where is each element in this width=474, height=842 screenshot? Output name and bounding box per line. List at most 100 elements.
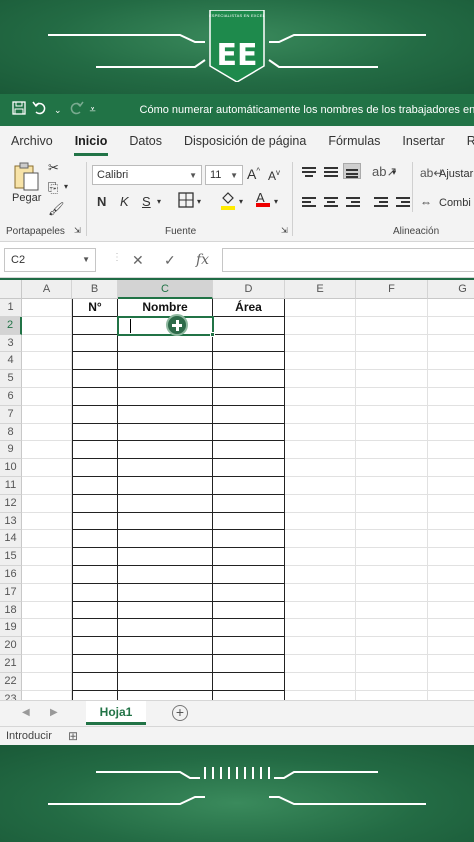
cell-b1[interactable]: N° bbox=[72, 299, 118, 317]
select-all-corner[interactable] bbox=[0, 280, 22, 299]
redo-icon[interactable] bbox=[68, 101, 84, 119]
cell-b17[interactable] bbox=[72, 583, 118, 602]
align-left-icon[interactable] bbox=[300, 194, 318, 210]
cell-b13[interactable] bbox=[72, 512, 118, 531]
cell-c10[interactable] bbox=[118, 459, 213, 477]
align-top-icon[interactable] bbox=[300, 164, 318, 180]
cell-a21[interactable] bbox=[22, 655, 72, 673]
row-header-9[interactable]: 9 bbox=[0, 441, 22, 460]
cell-a20[interactable] bbox=[22, 637, 72, 655]
cell-c11[interactable] bbox=[118, 477, 213, 495]
fill-handle[interactable] bbox=[210, 331, 215, 337]
row-header-16[interactable]: 16 bbox=[0, 566, 22, 584]
align-center-icon[interactable] bbox=[322, 194, 340, 210]
align-right-icon[interactable] bbox=[344, 194, 362, 210]
row-header-23[interactable]: 23 bbox=[0, 690, 22, 700]
cell-d22[interactable] bbox=[213, 672, 285, 691]
cell-f9[interactable] bbox=[356, 441, 428, 460]
cell-b3[interactable] bbox=[72, 334, 118, 353]
cell-a9[interactable] bbox=[22, 441, 72, 460]
spreadsheet-grid[interactable]: A B C D E F G 1 N° Nombre Área 2 3 4 5 6 7 8 9 10 11 12 13 14 15… bbox=[0, 280, 474, 700]
format-painter-icon[interactable]: 🖌 bbox=[48, 201, 65, 217]
cell-b12[interactable] bbox=[72, 494, 118, 513]
column-header-d[interactable]: D bbox=[213, 280, 285, 299]
tab-formulas[interactable]: Fórmulas bbox=[317, 134, 391, 156]
save-icon[interactable] bbox=[12, 101, 26, 119]
cell-d13[interactable] bbox=[213, 512, 285, 531]
cell-a11[interactable] bbox=[22, 477, 72, 495]
row-header-19[interactable]: 19 bbox=[0, 619, 22, 638]
cell-e2[interactable] bbox=[285, 316, 356, 335]
bold-button[interactable]: N bbox=[97, 194, 106, 209]
cell-e10[interactable] bbox=[285, 459, 356, 477]
cell-c12[interactable] bbox=[118, 494, 213, 513]
font-color-icon[interactable]: A bbox=[256, 190, 270, 207]
cell-e6[interactable] bbox=[285, 388, 356, 406]
cell-c3[interactable] bbox=[118, 334, 213, 353]
name-box[interactable]: C2 ▼ bbox=[4, 248, 96, 272]
cell-c22[interactable] bbox=[118, 672, 213, 691]
row-header-6[interactable]: 6 bbox=[0, 388, 22, 406]
cell-d3[interactable] bbox=[213, 334, 285, 353]
cell-b21[interactable] bbox=[72, 655, 118, 673]
tab-inicio[interactable]: Inicio bbox=[64, 134, 119, 156]
cell-f10[interactable] bbox=[356, 459, 428, 477]
cell-a12[interactable] bbox=[22, 494, 72, 513]
cell-e17[interactable] bbox=[285, 583, 356, 602]
copy-dropdown-icon[interactable]: ▾ bbox=[64, 182, 68, 191]
row-header-13[interactable]: 13 bbox=[0, 512, 22, 531]
customize-icon[interactable]: ⩡ bbox=[90, 104, 96, 117]
copy-icon[interactable]: ⎘ bbox=[48, 180, 58, 196]
cell-a19[interactable] bbox=[22, 619, 72, 638]
paste-button[interactable]: Pegar bbox=[12, 192, 41, 204]
cell-f4[interactable] bbox=[356, 352, 428, 371]
tab-more[interactable]: R bbox=[456, 134, 474, 156]
cell-g12[interactable] bbox=[428, 495, 474, 513]
font-size-select[interactable]: 11 ▼ bbox=[205, 165, 243, 185]
cell-c13[interactable] bbox=[118, 512, 213, 531]
row-header-15[interactable]: 15 bbox=[0, 548, 22, 566]
cell-a3[interactable] bbox=[22, 334, 72, 353]
shrink-font-button[interactable]: Av bbox=[268, 168, 280, 183]
cell-f7[interactable] bbox=[356, 405, 428, 424]
cell-e8[interactable] bbox=[285, 423, 356, 442]
cell-d21[interactable] bbox=[213, 655, 285, 673]
chevron-down-icon[interactable]: ▾ bbox=[274, 197, 278, 206]
row-header-14[interactable]: 14 bbox=[0, 530, 22, 549]
chevron-down-icon[interactable]: ▾ bbox=[239, 197, 243, 206]
cell-e12[interactable] bbox=[285, 494, 356, 513]
cell-f20[interactable] bbox=[356, 637, 428, 655]
cell-g6[interactable] bbox=[428, 388, 474, 406]
cell-f13[interactable] bbox=[356, 512, 428, 531]
cell-d6[interactable] bbox=[213, 388, 285, 406]
grow-font-button[interactable]: A^ bbox=[247, 166, 260, 182]
font-name-select[interactable]: Calibri ▼ bbox=[92, 165, 202, 185]
cell-a17[interactable] bbox=[22, 583, 72, 602]
cell-a23[interactable] bbox=[22, 690, 72, 700]
column-header-c[interactable]: C bbox=[118, 280, 213, 299]
cell-d9[interactable] bbox=[213, 441, 285, 460]
cell-b7[interactable] bbox=[72, 405, 118, 424]
add-sheet-button[interactable]: + bbox=[172, 705, 188, 721]
cell-e23[interactable] bbox=[285, 690, 356, 700]
cell-c8[interactable] bbox=[118, 423, 213, 442]
cell-a14[interactable] bbox=[22, 530, 72, 549]
underline-button[interactable]: S bbox=[142, 194, 151, 209]
italic-button[interactable]: K bbox=[120, 194, 129, 209]
row-header-20[interactable]: 20 bbox=[0, 637, 22, 655]
cell-a7[interactable] bbox=[22, 405, 72, 424]
row-header-1[interactable]: 1 bbox=[0, 299, 22, 317]
column-header-b[interactable]: B bbox=[72, 280, 118, 299]
cell-b18[interactable] bbox=[72, 601, 118, 620]
cell-b9[interactable] bbox=[72, 441, 118, 460]
cell-f21[interactable] bbox=[356, 655, 428, 673]
cell-g14[interactable] bbox=[428, 530, 474, 549]
cell-g17[interactable] bbox=[428, 584, 474, 602]
cell-f5[interactable] bbox=[356, 370, 428, 388]
cell-b5[interactable] bbox=[72, 370, 118, 388]
row-header-10[interactable]: 10 bbox=[0, 459, 22, 477]
cell-c1[interactable]: Nombre bbox=[118, 299, 213, 317]
cell-e19[interactable] bbox=[285, 619, 356, 638]
align-bottom-icon[interactable] bbox=[343, 163, 361, 179]
cell-e1[interactable] bbox=[285, 299, 356, 317]
